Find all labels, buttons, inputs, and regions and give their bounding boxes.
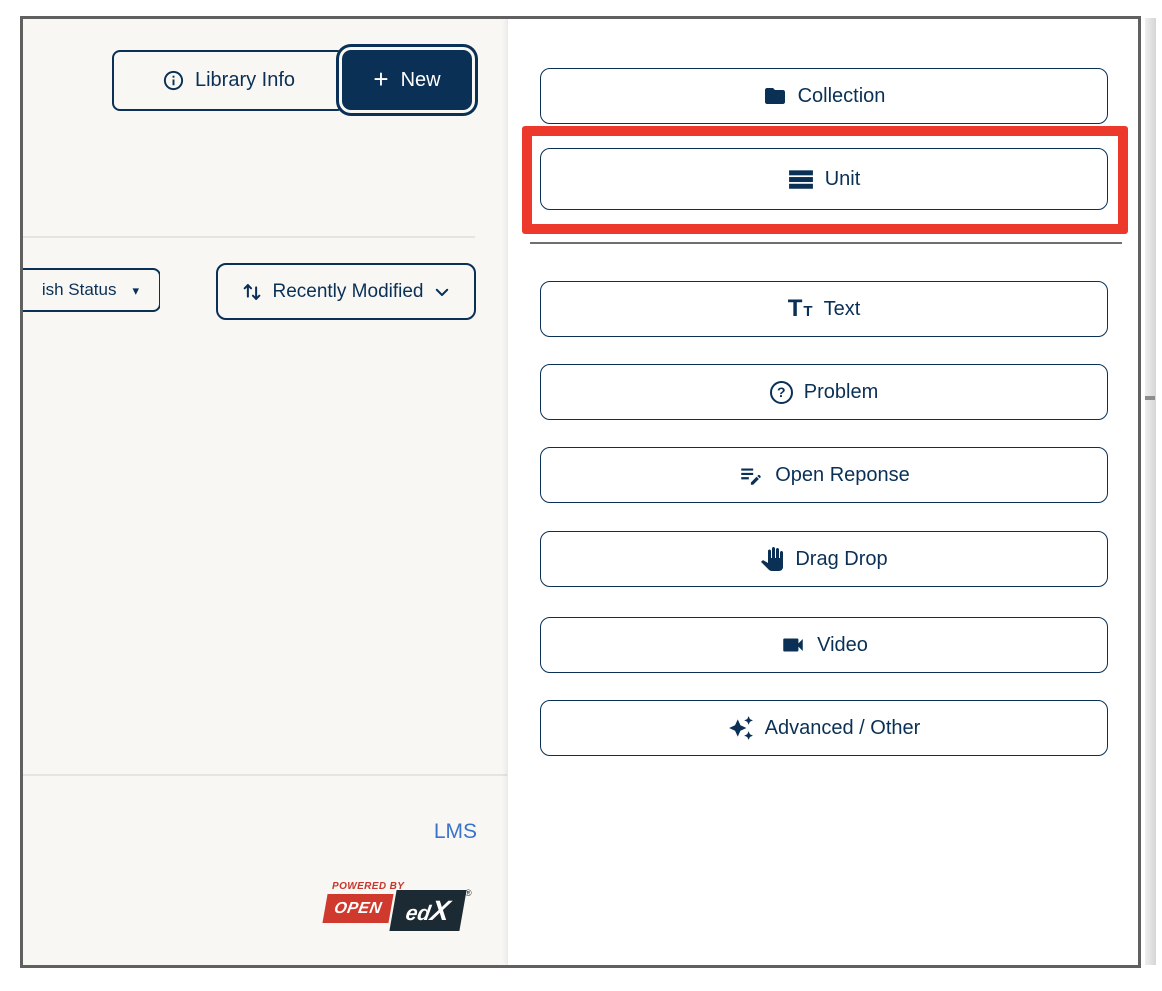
- text-icon-small-t: T: [803, 304, 812, 319]
- publish-status-dropdown[interactable]: ish Status ▾: [23, 266, 160, 314]
- footer-divider: [23, 774, 507, 776]
- plus-icon: +: [373, 66, 388, 92]
- add-advanced-button[interactable]: Advanced / Other: [540, 700, 1108, 756]
- open-edx-logo: POWERED BY OPEN edX ®: [325, 881, 470, 943]
- powered-by-label: POWERED BY: [332, 881, 404, 892]
- library-info-button[interactable]: Library Info: [112, 50, 345, 111]
- new-button-label: New: [401, 69, 441, 92]
- add-unit-button[interactable]: Unit: [540, 148, 1108, 210]
- new-button[interactable]: + New: [342, 50, 472, 110]
- lms-link[interactable]: LMS: [380, 820, 477, 844]
- text-type-icon: TT: [788, 297, 813, 321]
- add-unit-label: Unit: [825, 168, 861, 191]
- library-info-label: Library Info: [195, 69, 295, 92]
- screenshot-page: Library Info + New ish Status ▾ Recently…: [0, 0, 1162, 991]
- add-collection-button[interactable]: Collection: [540, 68, 1108, 124]
- add-video-button[interactable]: Video: [540, 617, 1108, 673]
- add-problem-label: Problem: [804, 381, 878, 404]
- toolbar-divider: [23, 236, 475, 238]
- add-text-label: Text: [824, 298, 861, 321]
- edit-note-icon: [738, 462, 764, 488]
- page-scrollbar[interactable]: [1145, 18, 1156, 965]
- logo-open-box: OPEN: [322, 894, 393, 923]
- unit-list-icon: [788, 166, 814, 192]
- sparkles-icon: [728, 715, 754, 741]
- publish-status-label: ish Status: [42, 280, 117, 300]
- question-mark: ?: [777, 384, 786, 400]
- folder-icon: [763, 84, 787, 108]
- add-drag-drop-label: Drag Drop: [795, 548, 887, 571]
- add-advanced-label: Advanced / Other: [765, 717, 921, 740]
- sort-label: Recently Modified: [272, 281, 423, 303]
- info-icon: [162, 69, 185, 92]
- registered-mark: ®: [465, 888, 472, 898]
- panel-divider: [530, 242, 1122, 244]
- hand-icon: [760, 547, 784, 571]
- add-video-label: Video: [817, 634, 868, 657]
- add-open-response-label: Open Reponse: [775, 464, 910, 487]
- sort-arrows-icon: [241, 281, 263, 303]
- chevron-down-icon: [433, 283, 451, 301]
- text-icon-big-t: T: [788, 297, 803, 321]
- sort-dropdown-button[interactable]: Recently Modified: [216, 263, 476, 320]
- logo-edx-box: edX: [389, 890, 466, 931]
- video-camera-icon: [780, 632, 806, 658]
- scrollbar-thumb[interactable]: [1145, 396, 1155, 400]
- add-drag-drop-button[interactable]: Drag Drop: [540, 531, 1108, 587]
- add-open-response-button[interactable]: Open Reponse: [540, 447, 1108, 503]
- caret-down-icon: ▾: [132, 284, 139, 297]
- add-collection-label: Collection: [798, 85, 886, 108]
- add-problem-button[interactable]: ? Problem: [540, 364, 1108, 420]
- question-circle-icon: ?: [770, 381, 793, 404]
- publish-status-button[interactable]: ish Status ▾: [23, 268, 160, 312]
- add-text-button[interactable]: TT Text: [540, 281, 1108, 337]
